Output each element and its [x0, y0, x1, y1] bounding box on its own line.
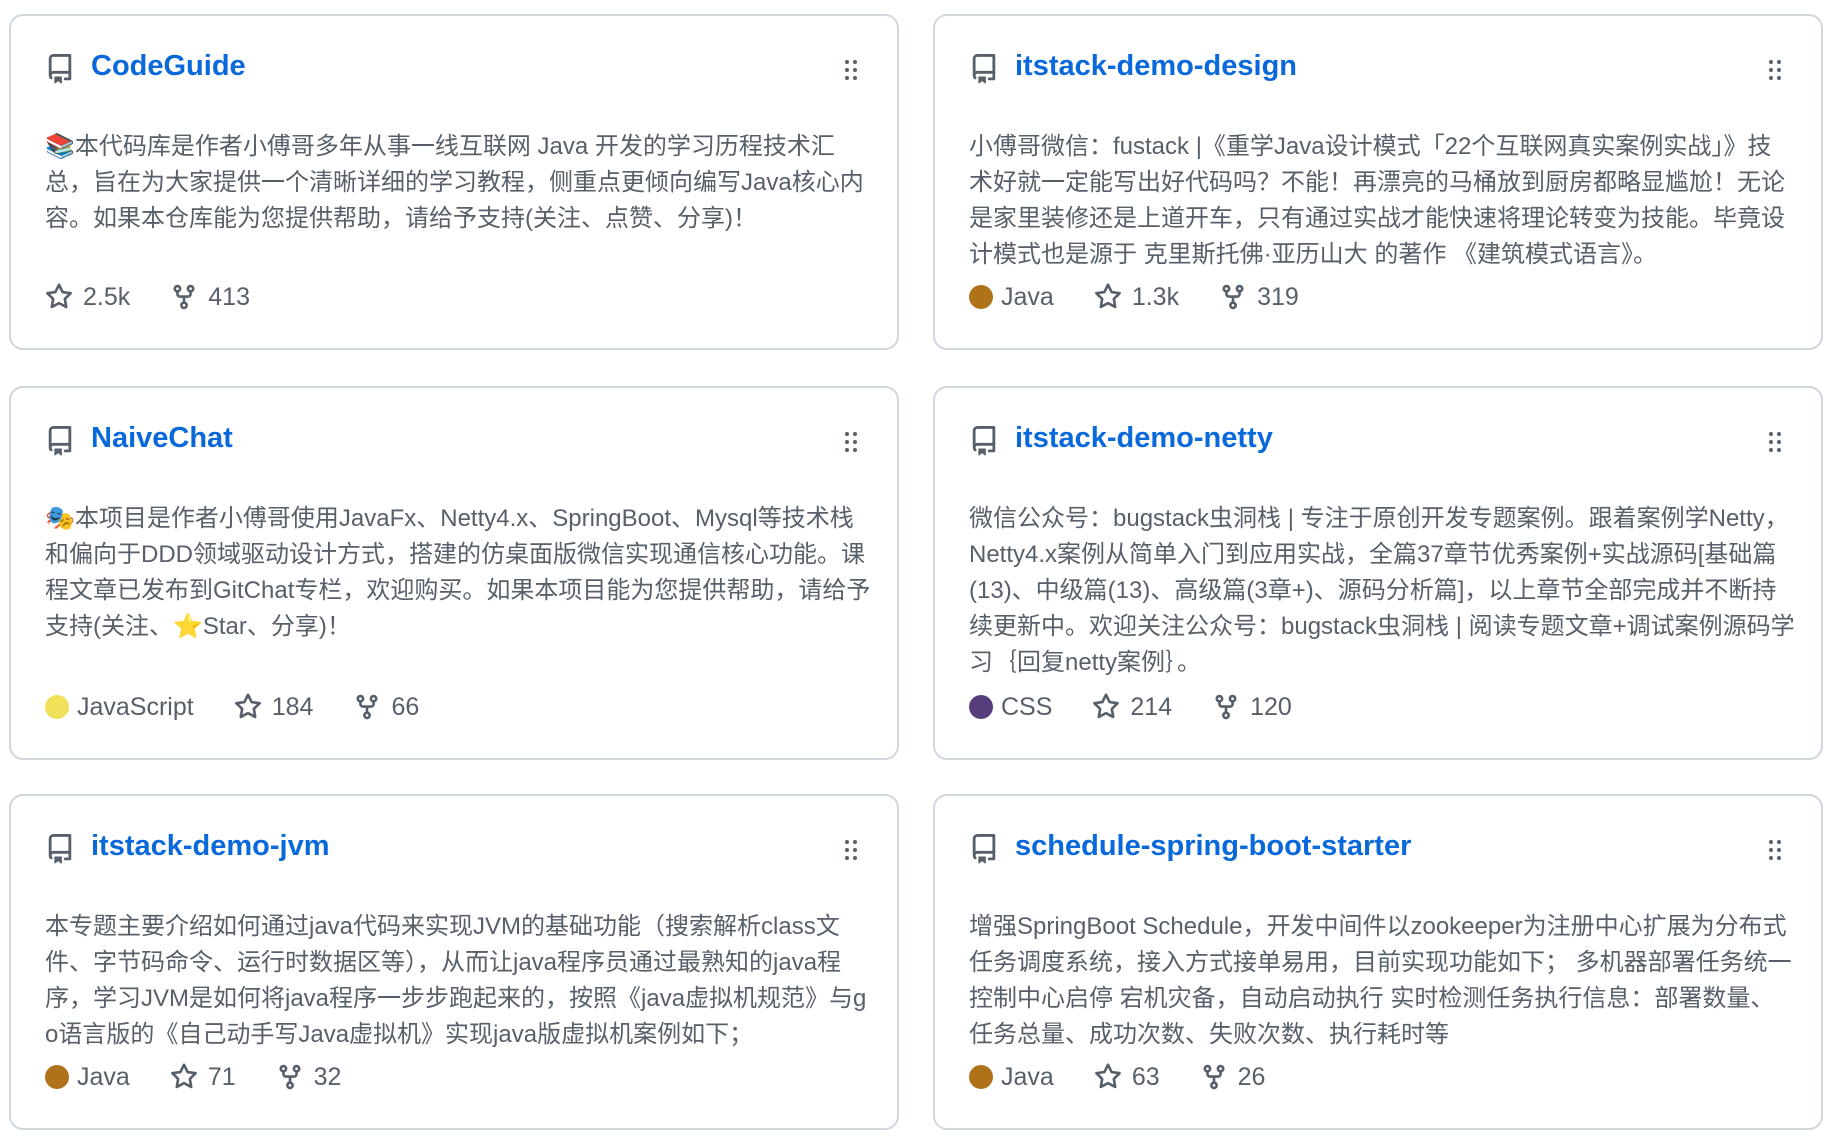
repo-meta: 2.5k 413 — [45, 280, 290, 314]
repo-card: itstack-demo-jvm 本专题主要介绍如何通过java代码来实现JVM… — [9, 794, 899, 1130]
repo-description: 本专题主要介绍如何通过java代码来实现JVM的基础功能（搜索解析class文件… — [45, 908, 871, 1053]
repo-card: itstack-demo-design 小傅哥微信：fustack |《重学Ja… — [933, 14, 1823, 350]
stars-count: 1.3k — [1131, 282, 1180, 311]
stars-count: 214 — [1130, 692, 1173, 721]
stars-link[interactable]: 214 — [1092, 693, 1172, 722]
star-icon — [1093, 693, 1120, 719]
language-color-dot — [45, 695, 69, 719]
forks-count: 26 — [1237, 1062, 1266, 1091]
repo-description: 增强SpringBoot Schedule，开发中间件以zookeeper为注册… — [969, 908, 1795, 1053]
fork-icon — [1215, 694, 1237, 720]
language-color-dot — [969, 285, 993, 309]
star-icon — [1094, 1063, 1121, 1089]
fork-icon — [173, 284, 195, 310]
repo-card: itstack-demo-netty 微信公众号：bugstack虫洞栈 | 专… — [933, 386, 1823, 760]
drag-handle-icon[interactable] — [843, 58, 859, 82]
drag-handle-icon[interactable] — [843, 430, 859, 454]
language-name: Java — [1001, 282, 1054, 311]
repo-card: schedule-spring-boot-starter 增强SpringBoo… — [933, 794, 1823, 1130]
repo-icon — [48, 54, 72, 84]
repo-meta: CSS 214 120 — [969, 690, 1332, 724]
language-color-dot — [969, 1065, 993, 1089]
repo-name-link[interactable]: NaiveChat — [91, 422, 233, 455]
stars-link[interactable]: 2.5k — [45, 283, 130, 312]
description-emoji: 🎭 — [45, 504, 75, 532]
stars-link[interactable]: 184 — [234, 692, 314, 722]
repo-language: Java — [45, 1063, 130, 1092]
forks-link[interactable]: 319 — [1219, 283, 1299, 312]
stars-link[interactable]: 63 — [1094, 1063, 1160, 1092]
language-name: Java — [77, 1062, 130, 1091]
description-text: 本项目是作者小傅哥使用JavaFx、Netty4.x、SpringBoot、My… — [45, 505, 871, 640]
language-color-dot — [45, 1065, 69, 1089]
repo-description: 小傅哥微信：fustack |《重学Java设计模式「22个互联网真实案例实战」… — [969, 128, 1795, 273]
fork-icon — [1203, 1064, 1225, 1090]
repo-language: CSS — [969, 693, 1052, 722]
description-emoji: 📚 — [45, 132, 75, 160]
drag-handle-icon[interactable] — [1767, 838, 1783, 862]
forks-count: 120 — [1250, 692, 1292, 721]
forks-count: 319 — [1257, 282, 1299, 311]
repo-meta: Java 71 32 — [45, 1060, 381, 1094]
repo-description: 📚本代码库是作者小傅哥多年从事一线互联网 Java 开发的学习历程技术汇总，旨在… — [45, 128, 871, 237]
drag-handle-icon[interactable] — [843, 838, 859, 862]
language-name: Java — [1001, 1062, 1054, 1091]
repo-meta: JavaScript 184 66 — [45, 690, 459, 724]
forks-count: 413 — [208, 282, 250, 311]
stars-count: 2.5k — [83, 282, 131, 311]
stars-link[interactable]: 71 — [170, 1063, 236, 1092]
stars-link[interactable]: 1.3k — [1094, 283, 1179, 312]
stars-count: 71 — [207, 1062, 236, 1091]
fork-icon — [279, 1064, 301, 1090]
repo-card: CodeGuide 📚本代码库是作者小傅哥多年从事一线互联网 Java 开发的学… — [9, 14, 899, 350]
drag-handle-icon[interactable] — [1767, 58, 1783, 82]
repo-icon — [972, 54, 996, 84]
description-text: 增强SpringBoot Schedule，开发中间件以zookeeper为注册… — [969, 913, 1792, 1048]
description-text: 微信公众号：bugstack虫洞栈 | 专注于原创开发专题案例。跟着案例学Net… — [969, 505, 1795, 676]
repo-name-link[interactable]: CodeGuide — [91, 50, 246, 83]
repo-meta: Java 63 26 — [969, 1060, 1305, 1094]
repo-icon — [48, 834, 72, 864]
fork-icon — [356, 694, 378, 720]
stars-count: 63 — [1131, 1062, 1160, 1091]
repo-icon — [972, 426, 996, 456]
repo-name-link[interactable]: itstack-demo-jvm — [91, 830, 330, 863]
stars-count: 184 — [271, 692, 314, 721]
forks-count: 66 — [391, 692, 420, 721]
repo-name-link[interactable]: itstack-demo-design — [1015, 50, 1297, 83]
repo-card: NaiveChat 🎭本项目是作者小傅哥使用JavaFx、Netty4.x、Sp… — [9, 386, 899, 760]
language-name: CSS — [1001, 692, 1053, 721]
repo-description: 🎭本项目是作者小傅哥使用JavaFx、Netty4.x、SpringBoot、M… — [45, 500, 871, 645]
description-text: 本专题主要介绍如何通过java代码来实现JVM的基础功能（搜索解析class文件… — [45, 913, 867, 1048]
forks-link[interactable]: 26 — [1200, 1062, 1266, 1092]
star-icon — [1094, 283, 1121, 309]
repo-name-link[interactable]: schedule-spring-boot-starter — [1015, 830, 1411, 863]
repo-icon — [48, 426, 72, 456]
language-color-dot — [969, 695, 993, 719]
repo-language: Java — [969, 283, 1054, 312]
repo-meta: Java 1.3k 319 — [969, 280, 1339, 314]
repo-language: Java — [969, 1063, 1054, 1092]
repo-icon — [972, 834, 996, 864]
star-icon — [46, 283, 72, 309]
forks-link[interactable]: 32 — [276, 1062, 342, 1092]
repo-description: 微信公众号：bugstack虫洞栈 | 专注于原创开发专题案例。跟着案例学Net… — [969, 500, 1795, 681]
fork-icon — [1222, 284, 1244, 310]
pinned-repos-grid: CodeGuide 📚本代码库是作者小傅哥多年从事一线互联网 Java 开发的学… — [0, 0, 1830, 1140]
star-icon — [234, 693, 261, 719]
drag-handle-icon[interactable] — [1767, 430, 1783, 454]
repo-language: JavaScript — [45, 693, 194, 722]
language-name: JavaScript — [77, 692, 194, 721]
forks-link[interactable]: 66 — [353, 693, 419, 722]
description-text: 小傅哥微信：fustack |《重学Java设计模式「22个互联网真实案例实战」… — [969, 133, 1785, 268]
forks-link[interactable]: 120 — [1212, 693, 1292, 722]
repo-name-link[interactable]: itstack-demo-netty — [1015, 422, 1273, 455]
forks-link[interactable]: 413 — [170, 283, 250, 312]
description-text: 本代码库是作者小傅哥多年从事一线互联网 Java 开发的学习历程技术汇总，旨在为… — [45, 133, 864, 232]
star-icon — [170, 1063, 197, 1089]
forks-count: 32 — [313, 1062, 342, 1091]
